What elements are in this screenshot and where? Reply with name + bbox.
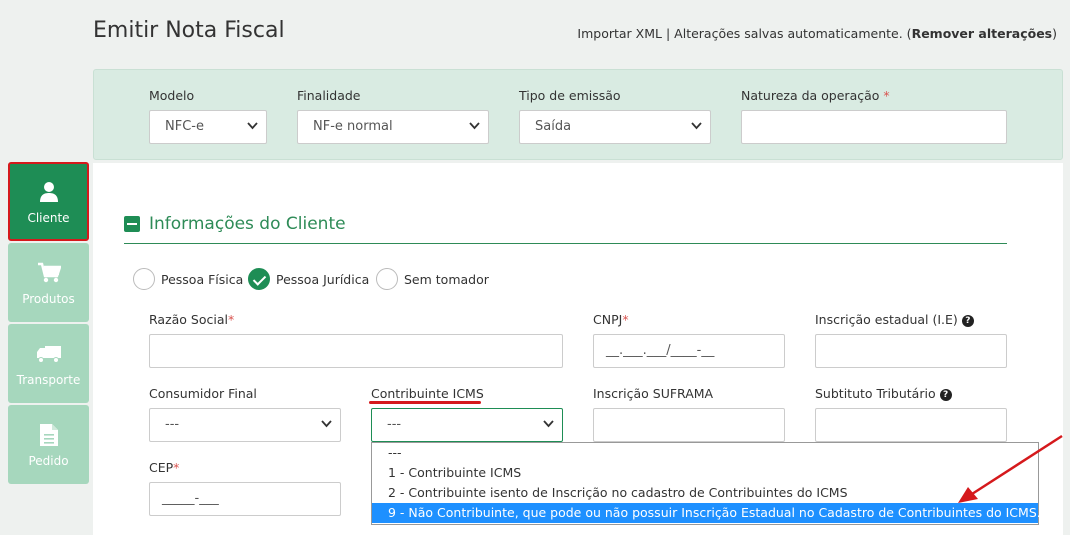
sidebar-item-label: Transporte [16, 372, 81, 387]
finalidade-value: NF-e normal [313, 119, 393, 134]
modelo-value: NFC-e [165, 119, 204, 134]
cart-icon [37, 260, 61, 286]
sidebar-item-label: Pedido [28, 453, 69, 468]
razao-social-label: Razão Social* [149, 312, 234, 327]
consumidor-final-select[interactable]: --- [149, 408, 341, 442]
substituto-tributario-label-text: Subtituto Tributário [815, 386, 936, 401]
radio-sem-tomador[interactable]: Sem tomador [376, 268, 489, 290]
required-mark: * [227, 312, 235, 327]
cnpj-placeholder: __.___.___/____-__ [606, 343, 715, 358]
document-icon [39, 422, 59, 448]
header-actions: Importar XML | Alterações salvas automat… [577, 26, 1057, 41]
finalidade-label: Finalidade [297, 88, 361, 103]
cep-label-text: CEP [149, 460, 174, 475]
close-paren: ) [1052, 26, 1057, 41]
radio-label: Sem tomador [404, 271, 489, 287]
autosave-text: Alterações salvas automaticamente. ( [674, 26, 912, 41]
contribuinte-icms-value: --- [387, 417, 402, 432]
consumidor-final-value: --- [165, 417, 180, 432]
red-underline-annotation [369, 401, 481, 404]
dropdown-option-selected[interactable]: 9 - Não Contribuinte, que pode ou não po… [372, 503, 1041, 523]
header-separator: | [665, 26, 671, 41]
inscricao-suframa-label: Inscrição SUFRAMA [593, 386, 714, 401]
sidebar-item-pedido[interactable]: Pedido [8, 405, 89, 484]
sidebar: Cliente Produtos Transporte Pedido [8, 162, 89, 486]
remove-changes-link[interactable]: Remover alterações [912, 26, 1053, 41]
inscricao-estadual-input[interactable] [815, 334, 1007, 368]
sidebar-item-produtos[interactable]: Produtos [8, 243, 89, 322]
inscricao-estadual-label: Inscrição estadual (I.E)? [815, 312, 974, 327]
radio-label: Pessoa Jurídica [276, 271, 370, 287]
chevron-down-icon [469, 122, 480, 130]
natureza-input[interactable] [741, 110, 1007, 144]
dropdown-option[interactable]: --- [372, 443, 1038, 463]
import-xml-link[interactable]: Importar XML [577, 26, 662, 41]
page-title: Emitir Nota Fiscal [93, 18, 285, 43]
radio-circle [133, 268, 155, 290]
dropdown-option[interactable]: 2 - Contribuinte isento de Inscrição no … [372, 483, 1038, 503]
substituto-tributario-input[interactable] [815, 408, 1007, 442]
contribuinte-icms-dropdown: --- 1 - Contribuinte ICMS 2 - Contribuin… [371, 442, 1041, 525]
sidebar-item-cliente[interactable]: Cliente [8, 162, 89, 241]
cnpj-label-text: CNPJ [593, 312, 623, 327]
cep-input[interactable]: _____-___ [149, 482, 341, 516]
chevron-down-icon [691, 122, 702, 130]
collapse-icon[interactable] [124, 216, 140, 232]
tipo-emissao-select[interactable]: Saída [519, 110, 711, 144]
radio-pessoa-juridica[interactable]: Pessoa Jurídica [248, 268, 369, 290]
modelo-select[interactable]: NFC-e [149, 110, 267, 144]
chevron-down-icon [543, 420, 554, 428]
consumidor-final-label: Consumidor Final [149, 386, 257, 401]
chevron-down-icon [321, 420, 332, 428]
cep-label: CEP* [149, 460, 179, 475]
radio-pessoa-fisica[interactable]: Pessoa Física [133, 268, 243, 290]
radio-circle [376, 268, 398, 290]
tipo-emissao-value: Saída [535, 119, 572, 134]
user-icon [39, 179, 59, 205]
inscricao-estadual-label-text: Inscrição estadual (I.E) [815, 312, 958, 327]
help-icon[interactable]: ? [939, 388, 952, 401]
substituto-tributario-label: Subtituto Tributário? [815, 386, 952, 401]
cnpj-input[interactable]: __.___.___/____-__ [593, 334, 785, 368]
sidebar-item-label: Produtos [22, 291, 75, 306]
razao-social-label-text: Razão Social [149, 312, 228, 327]
sidebar-item-transporte[interactable]: Transporte [8, 324, 89, 403]
dropdown-option[interactable]: 1 - Contribuinte ICMS [372, 463, 1038, 483]
modelo-label: Modelo [149, 88, 195, 103]
required-mark: * [622, 312, 629, 327]
natureza-label: Natureza da operação * [741, 88, 890, 103]
truck-icon [36, 341, 62, 367]
help-icon[interactable]: ? [961, 314, 974, 327]
radio-label: Pessoa Física [161, 271, 244, 287]
section-divider [124, 243, 1007, 244]
required-mark: * [883, 88, 890, 103]
contribuinte-icms-select[interactable]: --- [371, 408, 563, 442]
contribuinte-icms-label: Contribuinte ICMS [371, 386, 484, 401]
required-mark: * [173, 460, 180, 475]
radio-checked-icon [248, 268, 270, 290]
natureza-label-text: Natureza da operação [741, 88, 880, 103]
chevron-down-icon [247, 122, 258, 130]
razao-social-input[interactable] [149, 334, 563, 368]
tipo-emissao-label: Tipo de emissão [519, 88, 621, 103]
section-title: Informações do Cliente [149, 214, 346, 234]
cnpj-label: CNPJ* [593, 312, 629, 327]
sidebar-item-label: Cliente [27, 210, 70, 225]
finalidade-select[interactable]: NF-e normal [297, 110, 489, 144]
cep-placeholder: _____-___ [162, 491, 219, 506]
inscricao-suframa-input[interactable] [593, 408, 785, 442]
